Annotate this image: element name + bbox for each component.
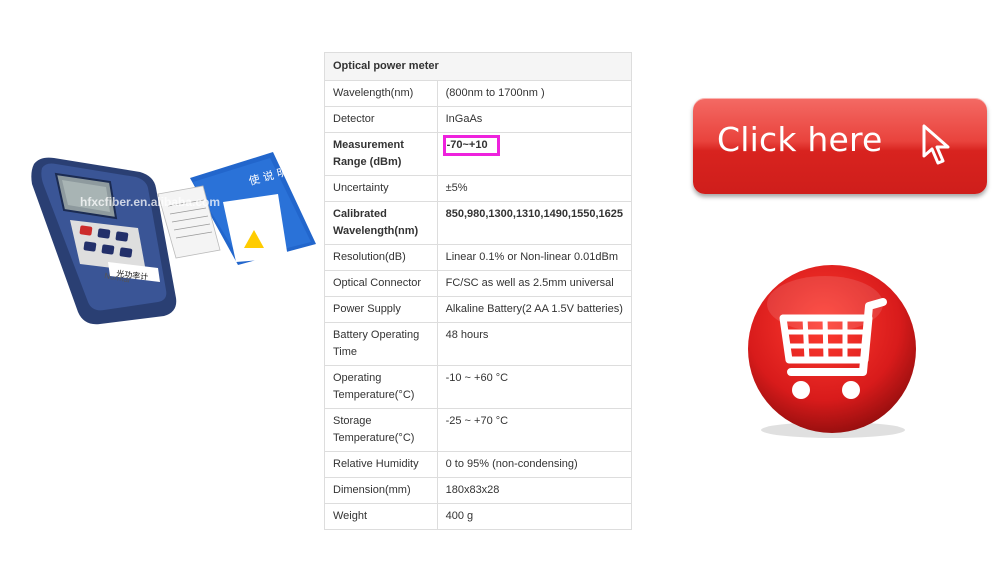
table-row: Power Supply Alkaline Battery(2 AA 1.5V b… bbox=[324, 296, 633, 323]
product-image: 使 说 明 Normal 光功率计 hfxcfiber.en.alibaba.c… bbox=[31, 152, 316, 325]
spec-value: -70~+10 bbox=[436, 132, 633, 176]
spec-key: Uncertainty bbox=[324, 175, 438, 202]
spec-key: Measurement Range (dBm) bbox=[324, 132, 438, 176]
spec-value: 850,980,1300,1310,1490,1550,1625 bbox=[436, 201, 633, 245]
table-row: Detector InGaAs bbox=[324, 106, 633, 133]
table-row: Resolution(dB) Linear 0.1% or Non-linear … bbox=[324, 244, 633, 271]
table-row: Wavelength(nm) (800nm to 1700nm ) bbox=[324, 80, 633, 107]
spec-key: Optical Connector bbox=[324, 270, 438, 297]
spec-value: Alkaline Battery(2 AA 1.5V batteries) bbox=[436, 296, 633, 323]
spec-key: Detector bbox=[324, 106, 438, 133]
table-row: Uncertainty ±5% bbox=[324, 175, 633, 202]
table-row: Dimension(mm) 180x83x28 bbox=[324, 477, 633, 504]
spec-value: Linear 0.1% or Non-linear 0.01dBm bbox=[436, 244, 633, 271]
spec-key: Wavelength(nm) bbox=[324, 80, 438, 107]
shopping-cart-button[interactable] bbox=[745, 262, 920, 447]
table-row: Calibrated Wavelength(nm) 850,980,1300,13… bbox=[324, 201, 633, 245]
highlighted-value: -70~+10 bbox=[442, 135, 500, 156]
spec-value: 180x83x28 bbox=[436, 477, 633, 504]
table-row: Optical Connector FC/SC as well as 2.5mm … bbox=[324, 270, 633, 297]
spec-key: Weight bbox=[324, 503, 438, 530]
table-row: Relative Humidity 0 to 95% (non-condensin… bbox=[324, 451, 633, 478]
table-row: Weight 400 g bbox=[324, 503, 633, 530]
spec-value: -25 ~ +70 °C bbox=[436, 408, 633, 452]
table-row: Storage Temperature(°C) -25 ~ +70 °C bbox=[324, 408, 633, 452]
table-row: Measurement Range (dBm) -70~+10 bbox=[324, 132, 633, 176]
spec-key: Dimension(mm) bbox=[324, 477, 438, 504]
spec-key: Battery Operating Time bbox=[324, 322, 438, 366]
cursor-arrow-icon bbox=[922, 124, 950, 165]
table-title: Optical power meter bbox=[324, 52, 632, 81]
spec-key: Relative Humidity bbox=[324, 451, 438, 478]
watermark-text: hfxcfiber.en.alibaba.com bbox=[80, 195, 220, 209]
table-row: Battery Operating Time 48 hours bbox=[324, 322, 633, 366]
spec-value: 48 hours bbox=[436, 322, 633, 366]
spec-key: Calibrated Wavelength(nm) bbox=[324, 201, 438, 245]
table-row: Operating Temperature(°C) -10 ~ +60 °C bbox=[324, 365, 633, 409]
spec-value: -10 ~ +60 °C bbox=[436, 365, 633, 409]
spec-key: Resolution(dB) bbox=[324, 244, 438, 271]
power-meter-device: Normal 光功率计 bbox=[31, 157, 177, 325]
table-title-row: Optical power meter bbox=[324, 52, 632, 81]
spec-value: 400 g bbox=[436, 503, 633, 530]
spec-table: Optical power meter Wavelength(nm) (800nm… bbox=[324, 52, 633, 530]
spec-value: InGaAs bbox=[436, 106, 633, 133]
spec-value: 0 to 95% (non-condensing) bbox=[436, 451, 633, 478]
click-here-button[interactable]: Click here bbox=[693, 98, 987, 194]
spec-key: Operating Temperature(°C) bbox=[324, 365, 438, 409]
spec-value: (800nm to 1700nm ) bbox=[436, 80, 633, 107]
click-here-label: Click here bbox=[717, 120, 883, 159]
spec-value: ±5% bbox=[436, 175, 633, 202]
spec-key: Power Supply bbox=[324, 296, 438, 323]
spec-value: FC/SC as well as 2.5mm universal bbox=[436, 270, 633, 297]
spec-key: Storage Temperature(°C) bbox=[324, 408, 438, 452]
